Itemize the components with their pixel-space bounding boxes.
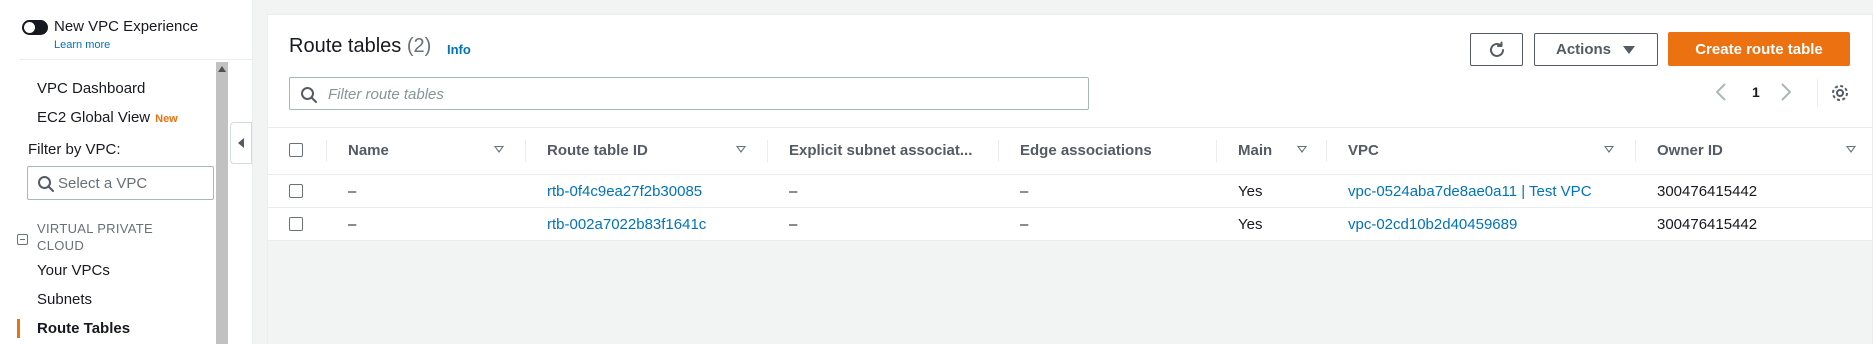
sidebar: New VPC Experience Learn more VPC Dashbo… <box>0 0 253 344</box>
cell-route-table-id-link[interactable]: rtb-0f4c9ea27f2b30085 <box>547 183 702 200</box>
cell-vpc-link[interactable]: vpc-02cd10b2d40459689 <box>1348 216 1517 233</box>
filter-route-tables-input[interactable]: Filter route tables <box>289 77 1089 110</box>
scroll-up-arrow-icon[interactable] <box>218 66 226 72</box>
new-vpc-experience-toggle[interactable] <box>22 20 48 35</box>
table-row[interactable]: – rtb-002a7022b83f1641c – – Yes vpc-02cd… <box>268 208 1872 241</box>
learn-more-link[interactable]: Learn more <box>54 39 110 51</box>
column-header-label: VPC <box>1348 142 1379 159</box>
sort-icon[interactable] <box>1846 146 1856 153</box>
page-title-text: Route tables <box>289 35 402 57</box>
cell-vpc-link[interactable]: vpc-0524aba7de8ae0a11 | Test VPC <box>1348 183 1592 200</box>
current-page-number[interactable]: 1 <box>1752 84 1760 100</box>
refresh-icon <box>1487 40 1507 64</box>
sidebar-item-label: EC2 Global View <box>37 109 151 126</box>
sidebar-item-vpc-dashboard[interactable]: VPC Dashboard <box>37 80 145 97</box>
sort-icon[interactable] <box>736 146 746 153</box>
new-vpc-experience-toggle-group: New VPC Experience Learn more <box>20 16 253 60</box>
sidebar-item-your-vpcs[interactable]: Your VPCs <box>37 262 110 279</box>
column-header-label: Main <box>1238 142 1273 159</box>
sort-icon[interactable] <box>1604 146 1614 153</box>
next-page-icon[interactable] <box>1781 83 1792 101</box>
create-route-table-button[interactable]: Create route table <box>1668 32 1850 66</box>
gear-icon[interactable] <box>1831 84 1849 107</box>
table-empty-space <box>268 241 1872 344</box>
sidebar-item-route-tables[interactable]: Route Tables <box>37 320 130 337</box>
cell-explicit-subnet: – <box>789 216 798 233</box>
column-header-vpc[interactable]: VPC <box>1327 128 1636 174</box>
previous-page-icon[interactable] <box>1715 83 1726 101</box>
cell-main: Yes <box>1238 216 1263 233</box>
column-header-label: Explicit subnet associat... <box>789 142 973 159</box>
sort-icon[interactable] <box>494 146 504 153</box>
cell-main: Yes <box>1238 183 1263 200</box>
column-header-explicit-subnet-associations[interactable]: Explicit subnet associat... <box>768 128 999 174</box>
column-header-name[interactable]: Name <box>327 128 526 174</box>
cell-route-table-id-link[interactable]: rtb-002a7022b83f1641c <box>547 216 706 233</box>
column-header-edge-associations[interactable]: Edge associations <box>999 128 1217 174</box>
page-title: Route tables (2) <box>289 35 431 58</box>
cell-edge-associations: – <box>1020 183 1029 200</box>
column-header-route-table-id[interactable]: Route table ID <box>526 128 768 174</box>
actions-button[interactable]: Actions <box>1534 33 1658 66</box>
row-checkbox[interactable] <box>289 217 303 231</box>
column-header-owner-id[interactable]: Owner ID <box>1636 128 1872 174</box>
sidebar-item-ec2-global-view[interactable]: EC2 Global View New <box>37 109 178 126</box>
route-table-count: (2) <box>406 35 432 57</box>
collapse-sidebar-button[interactable] <box>230 122 252 164</box>
new-badge: New <box>155 113 178 125</box>
vpc-select[interactable]: Select a VPC <box>27 166 214 200</box>
column-header-label: Name <box>348 142 389 159</box>
select-all-column <box>268 128 327 174</box>
pagination-divider <box>1817 79 1818 107</box>
sidebar-item-subnets[interactable]: Subnets <box>37 291 92 308</box>
sidebar-scrollbar[interactable] <box>216 62 228 344</box>
vpc-select-placeholder: Select a VPC <box>58 175 148 192</box>
cell-owner-id: 300476415442 <box>1657 216 1758 233</box>
search-icon <box>300 86 318 109</box>
active-indicator <box>17 319 20 338</box>
cell-edge-associations: – <box>1020 216 1029 233</box>
cell-explicit-subnet: – <box>789 183 798 200</box>
cell-name: – <box>348 216 357 233</box>
table-row[interactable]: – rtb-0f4c9ea27f2b30085 – – Yes vpc-0524… <box>268 175 1872 208</box>
create-route-table-label: Create route table <box>1695 41 1823 58</box>
sort-icon[interactable] <box>1297 146 1307 153</box>
actions-label: Actions <box>1556 41 1612 58</box>
collapse-section-icon[interactable] <box>17 234 28 245</box>
route-tables-panel: Route tables (2) Info Actions Create rou… <box>267 14 1873 344</box>
refresh-button[interactable] <box>1470 33 1523 66</box>
filter-by-vpc-label: Filter by VPC: <box>28 141 121 158</box>
column-header-label: Edge associations <box>1020 142 1152 159</box>
caret-down-icon <box>1623 46 1635 54</box>
info-link[interactable]: Info <box>447 42 471 57</box>
section-title-virtual-private-cloud: VIRTUAL PRIVATE CLOUD <box>37 221 153 253</box>
search-icon <box>37 175 55 198</box>
column-header-main[interactable]: Main <box>1217 128 1327 174</box>
column-header-label: Route table ID <box>547 142 648 159</box>
row-checkbox[interactable] <box>289 184 303 198</box>
new-vpc-experience-label: New VPC Experience <box>54 18 199 35</box>
filter-route-tables-placeholder: Filter route tables <box>328 86 444 103</box>
cell-name: – <box>348 183 357 200</box>
cell-owner-id: 300476415442 <box>1657 183 1758 200</box>
table-header: Name Route table ID Explicit subnet asso… <box>268 127 1872 175</box>
column-header-label: Owner ID <box>1657 142 1723 159</box>
select-all-checkbox[interactable] <box>289 143 303 157</box>
chevron-left-icon <box>238 138 244 148</box>
